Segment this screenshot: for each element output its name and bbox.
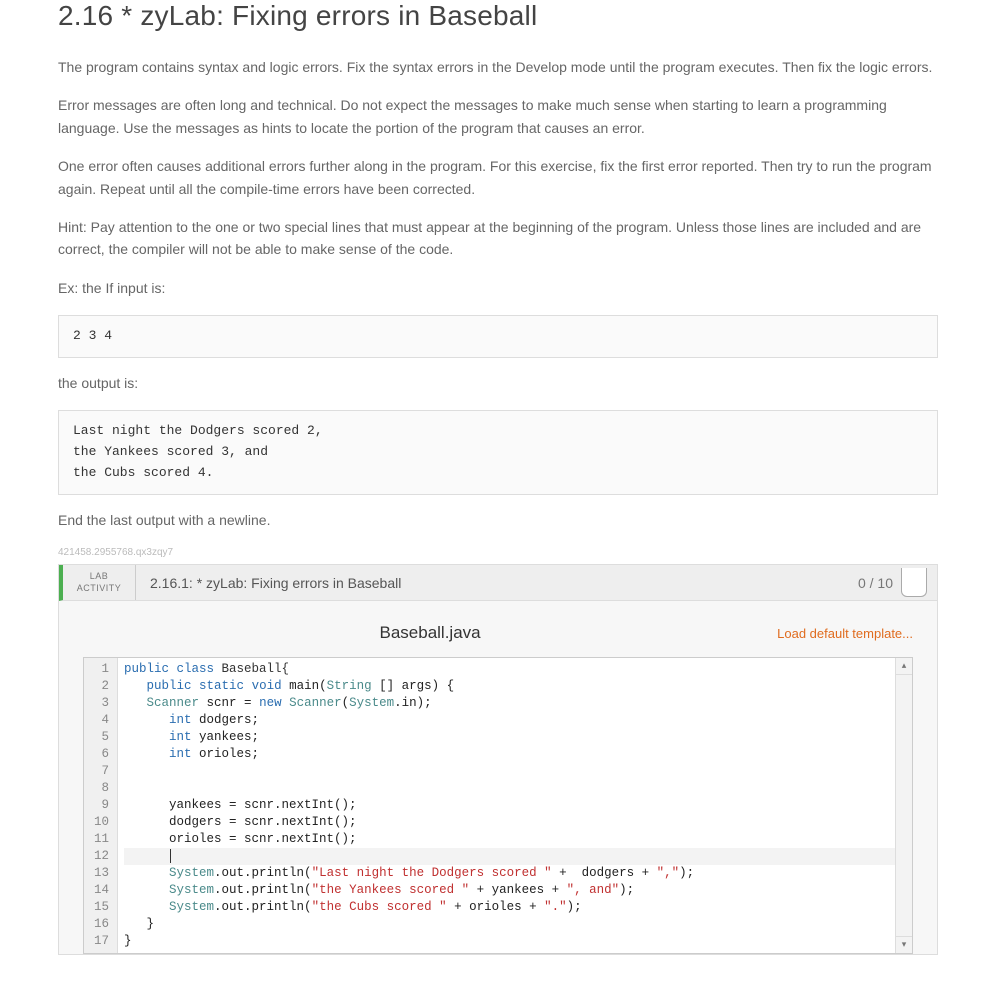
code-line[interactable]: System.out.println("the Cubs scored " + … <box>124 899 912 916</box>
tiny-id: 421458.2955768.qx3zqy7 <box>58 547 938 558</box>
shield-icon <box>901 568 927 597</box>
lab-activity-card: LAB ACTIVITY 2.16.1: * zyLab: Fixing err… <box>58 564 938 955</box>
code-line[interactable]: dodgers = scnr.nextInt(); <box>124 814 912 831</box>
load-default-template-link[interactable]: Load default template... <box>777 626 913 641</box>
code-line[interactable]: System.out.println("the Yankees scored "… <box>124 882 912 899</box>
code-line[interactable]: orioles = scnr.nextInt(); <box>124 831 912 848</box>
output-label: the output is: <box>58 372 938 394</box>
score-text: 0 / 10 <box>858 575 893 591</box>
code-line[interactable] <box>124 780 912 797</box>
line-number: 6 <box>94 746 109 763</box>
code-editor[interactable]: 1234567891011121314151617 public class B… <box>83 657 913 954</box>
intro-para-1: The program contains syntax and logic er… <box>58 56 938 78</box>
code-line[interactable]: } <box>124 933 912 950</box>
activity-type-label: LAB ACTIVITY <box>63 565 136 600</box>
intro-para-3: One error often causes additional errors… <box>58 155 938 200</box>
vertical-scrollbar[interactable]: ▴ ▾ <box>895 658 912 953</box>
code-line[interactable] <box>124 763 912 780</box>
line-number: 14 <box>94 882 109 899</box>
scroll-down-arrow-icon[interactable]: ▾ <box>896 936 912 953</box>
line-number: 2 <box>94 678 109 695</box>
code-line[interactable]: int yankees; <box>124 729 912 746</box>
code-line[interactable]: Scanner scnr = new Scanner(System.in); <box>124 695 912 712</box>
line-number: 12 <box>94 848 109 865</box>
line-number: 5 <box>94 729 109 746</box>
code-line[interactable]: public static void main(String [] args) … <box>124 678 912 695</box>
code-line[interactable]: public class Baseball{ <box>124 661 912 678</box>
code-line[interactable]: int orioles; <box>124 746 912 763</box>
page-title: 2.16 * zyLab: Fixing errors in Baseball <box>58 0 938 32</box>
input-example: 2 3 4 <box>58 315 938 358</box>
line-number: 10 <box>94 814 109 831</box>
line-number: 7 <box>94 763 109 780</box>
line-number: 15 <box>94 899 109 916</box>
output-example: Last night the Dodgers scored 2, the Yan… <box>58 410 938 494</box>
line-number: 3 <box>94 695 109 712</box>
code-line[interactable] <box>124 848 912 865</box>
code-line[interactable]: System.out.println("Last night the Dodge… <box>124 865 912 882</box>
activity-type-line2: ACTIVITY <box>63 583 135 595</box>
scroll-up-arrow-icon[interactable]: ▴ <box>896 658 912 675</box>
line-number: 11 <box>94 831 109 848</box>
filename-label: Baseball.java <box>380 623 481 643</box>
line-number: 4 <box>94 712 109 729</box>
code-line[interactable]: int dodgers; <box>124 712 912 729</box>
input-label: Ex: the If input is: <box>58 277 938 299</box>
line-number: 13 <box>94 865 109 882</box>
line-number: 8 <box>94 780 109 797</box>
activity-type-line1: LAB <box>63 571 135 583</box>
code-line[interactable]: } <box>124 916 912 933</box>
intro-para-4: Hint: Pay attention to the one or two sp… <box>58 216 938 261</box>
line-number: 17 <box>94 933 109 950</box>
end-note: End the last output with a newline. <box>58 509 938 531</box>
line-gutter: 1234567891011121314151617 <box>84 658 118 953</box>
line-number: 16 <box>94 916 109 933</box>
activity-header: LAB ACTIVITY 2.16.1: * zyLab: Fixing err… <box>59 565 937 601</box>
code-line[interactable]: yankees = scnr.nextInt(); <box>124 797 912 814</box>
activity-score: 0 / 10 <box>858 565 937 600</box>
text-caret <box>170 849 171 863</box>
file-row: Baseball.java Load default template... <box>59 601 937 657</box>
line-number: 9 <box>94 797 109 814</box>
activity-title: 2.16.1: * zyLab: Fixing errors in Baseba… <box>136 565 858 600</box>
intro-para-2: Error messages are often long and techni… <box>58 94 938 139</box>
line-number: 1 <box>94 661 109 678</box>
code-area[interactable]: public class Baseball{ public static voi… <box>118 658 912 953</box>
